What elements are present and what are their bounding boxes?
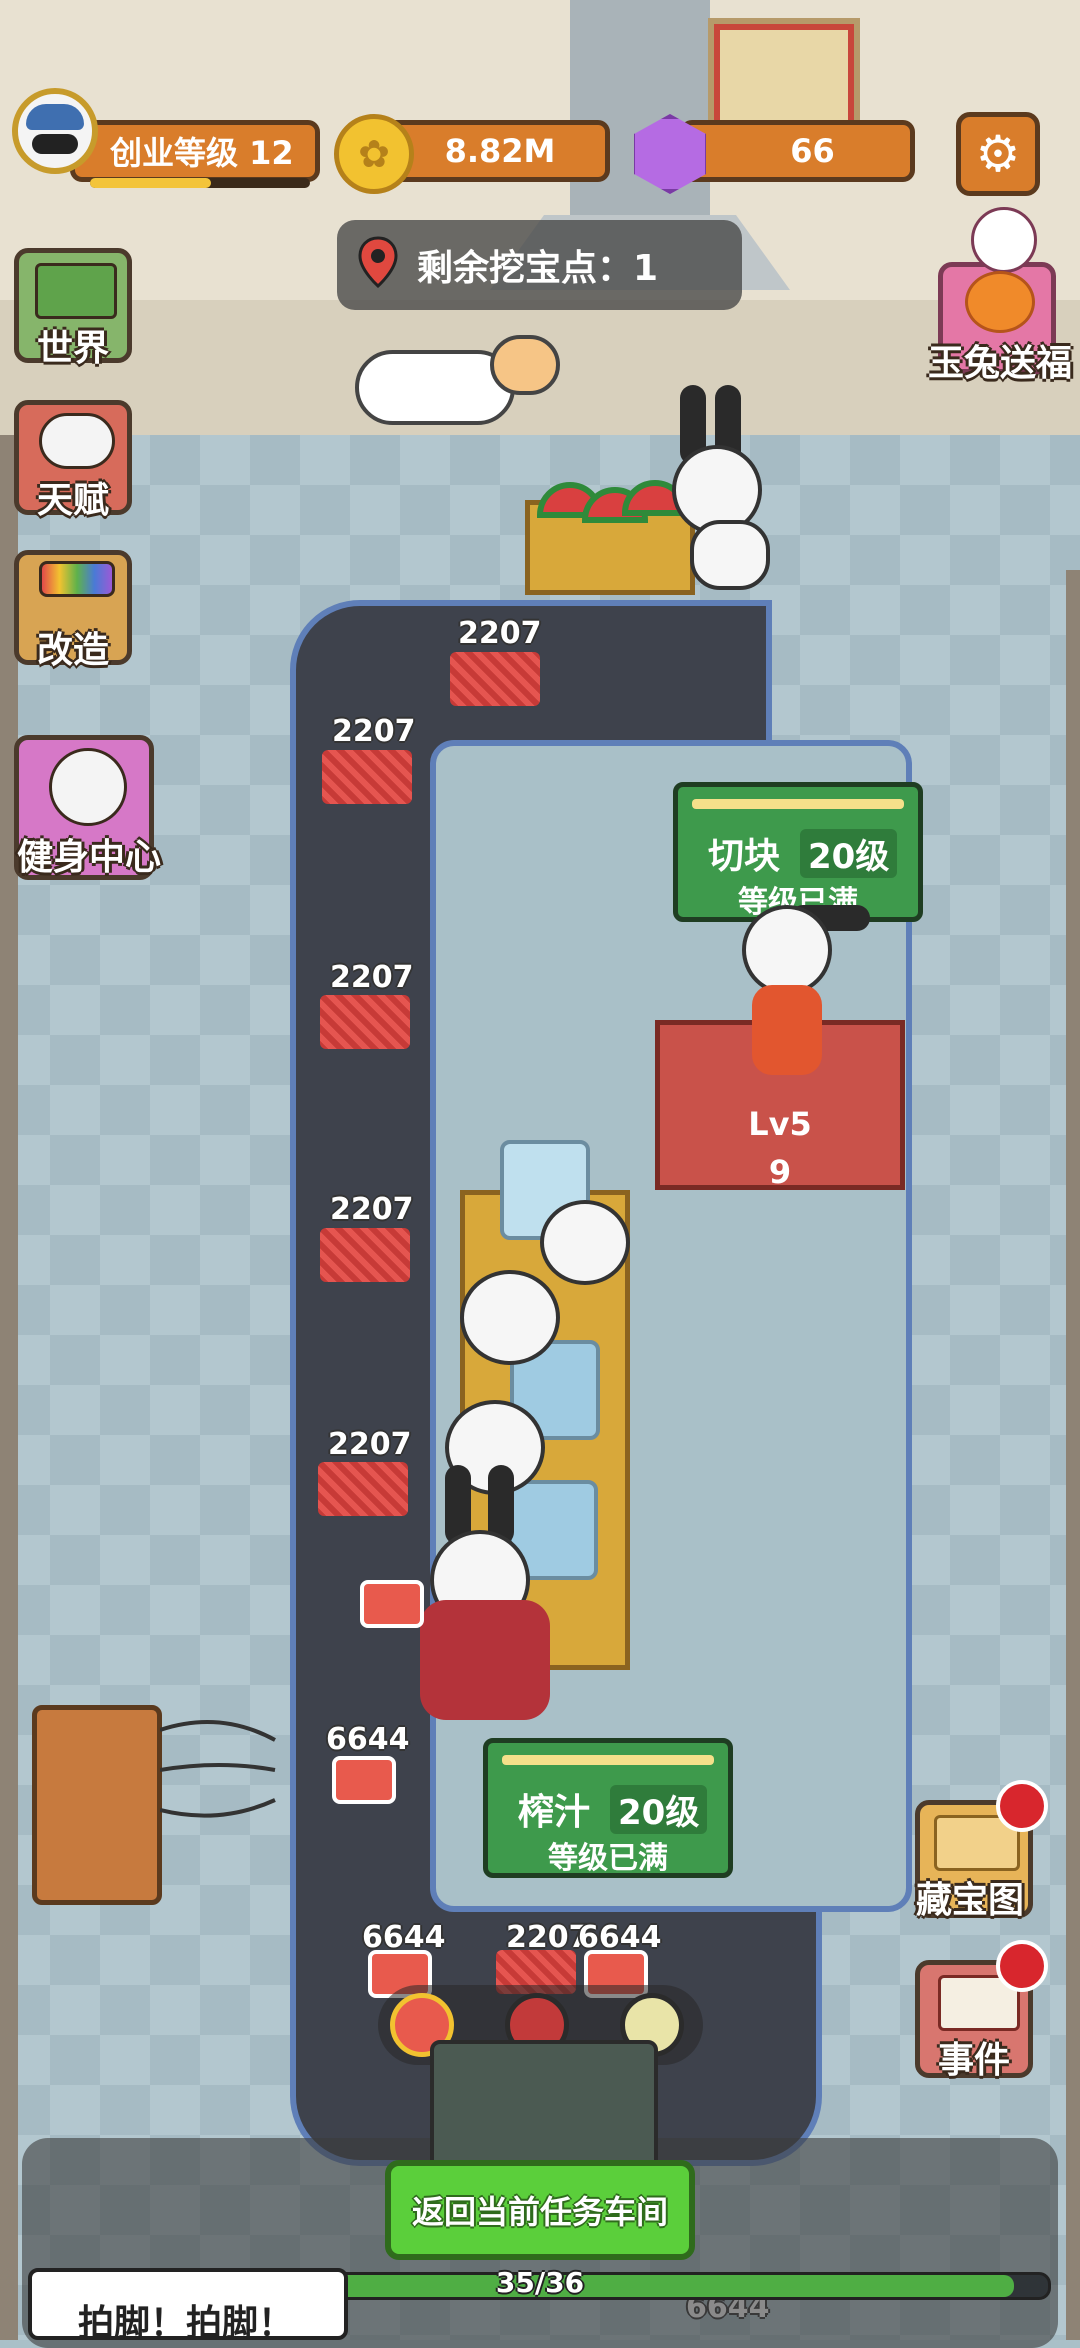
avatar-cap (26, 104, 84, 130)
juice-box (332, 1756, 396, 1804)
coin-icon: ✿ (334, 114, 414, 194)
settings-button[interactable]: ⚙ (956, 112, 1040, 196)
belt-item-count: 2207 (330, 1192, 414, 1227)
task-progress-text: 35/36 (495, 2266, 585, 2299)
fan-machine[interactable] (32, 1705, 162, 1905)
remodel-label: 改造 (37, 630, 110, 671)
gem-balance[interactable]: 66 (680, 120, 915, 182)
map-icon (35, 263, 117, 319)
talent-label: 天赋 (37, 480, 110, 521)
belt-item-count: 2207 (458, 616, 542, 651)
right-wall (1066, 570, 1080, 2340)
belt-item-count: 6644 (326, 1722, 410, 1757)
juice-station-status: 等级已满 (548, 1841, 668, 1876)
runner-worker-body (420, 1600, 550, 1720)
watermelon-worker-body (690, 520, 770, 590)
cutting-chef-body (752, 985, 822, 1075)
gym-label: 健身中心 (17, 837, 162, 878)
watermelon-chunk-pile (318, 1462, 408, 1516)
dig-points-text: 剩余挖宝点：1 (417, 248, 659, 289)
certificate-paper (720, 30, 848, 128)
world-button[interactable]: 世界 (14, 248, 132, 369)
cut-station-level: 20级 (800, 828, 898, 878)
level-progress-fill (90, 178, 211, 188)
pillar (570, 0, 710, 230)
bunny-weightlifter-icon (49, 748, 127, 826)
watermelon-chunk-pile (322, 750, 412, 804)
worker-speech-bubble: 拍脚！拍脚！ (28, 2268, 348, 2340)
juicer-worker[interactable] (540, 1200, 630, 1285)
watermelon-chunk-pile (320, 1228, 410, 1282)
gift-box-icon (965, 271, 1035, 333)
cut-table-level: Lv5 (748, 1105, 812, 1143)
player-avatar[interactable] (12, 88, 98, 174)
treasure-notification-dot (996, 1780, 1048, 1832)
cut-station-card[interactable]: 切块 20级 等级已满 (673, 782, 923, 922)
rabbit-gift-label: 玉兔送福 (928, 343, 1073, 384)
avatar-face (32, 134, 78, 154)
juicer-worker[interactable] (460, 1270, 560, 1365)
watermelon-chunk-pile (450, 652, 540, 706)
location-pin-icon (358, 236, 398, 288)
business-level[interactable]: 创业等级 12 (70, 120, 320, 182)
juice-station-progress (502, 1755, 714, 1765)
bunny-beret-icon (39, 413, 115, 469)
paint-roller-icon (39, 561, 115, 597)
events-notification-dot (996, 1940, 1048, 1992)
belt-item-count: 2207 (328, 1427, 412, 1462)
juice-station-level: 20级 (610, 1784, 708, 1834)
treasure-map-label: 藏宝图 (916, 1880, 1025, 1921)
cat-head[interactable] (490, 335, 560, 395)
cut-table-count: 9 (768, 1153, 792, 1191)
left-wall (0, 435, 18, 2340)
belt-item-count: 2207 (332, 714, 416, 749)
cutting-chef[interactable] (742, 905, 832, 995)
remodel-button[interactable]: 改造 (14, 550, 132, 671)
events-label: 事件 (938, 2040, 1011, 2081)
juice-station-card[interactable]: 榨汁 20级 等级已满 (483, 1738, 733, 1878)
juice-box (360, 1580, 424, 1628)
gym-button[interactable]: 健身中心 (14, 735, 161, 880)
world-label: 世界 (37, 328, 110, 369)
watermelon-crate[interactable] (525, 480, 695, 595)
bunny-gift-icon (971, 207, 1037, 273)
talent-button[interactable]: 天赋 (14, 400, 132, 521)
gear-icon: ⚙ (975, 125, 1021, 183)
cut-station-progress (692, 799, 904, 809)
watermelon-chunk-pile (320, 995, 410, 1049)
belt-item-count: 2207 (330, 960, 414, 995)
juice-station-name: 榨汁 (518, 1792, 591, 1833)
wind-lines-icon (160, 1720, 276, 1818)
cut-station-name: 切块 (708, 836, 781, 877)
return-to-workshop-button[interactable]: 返回当前任务车间 (385, 2160, 695, 2260)
